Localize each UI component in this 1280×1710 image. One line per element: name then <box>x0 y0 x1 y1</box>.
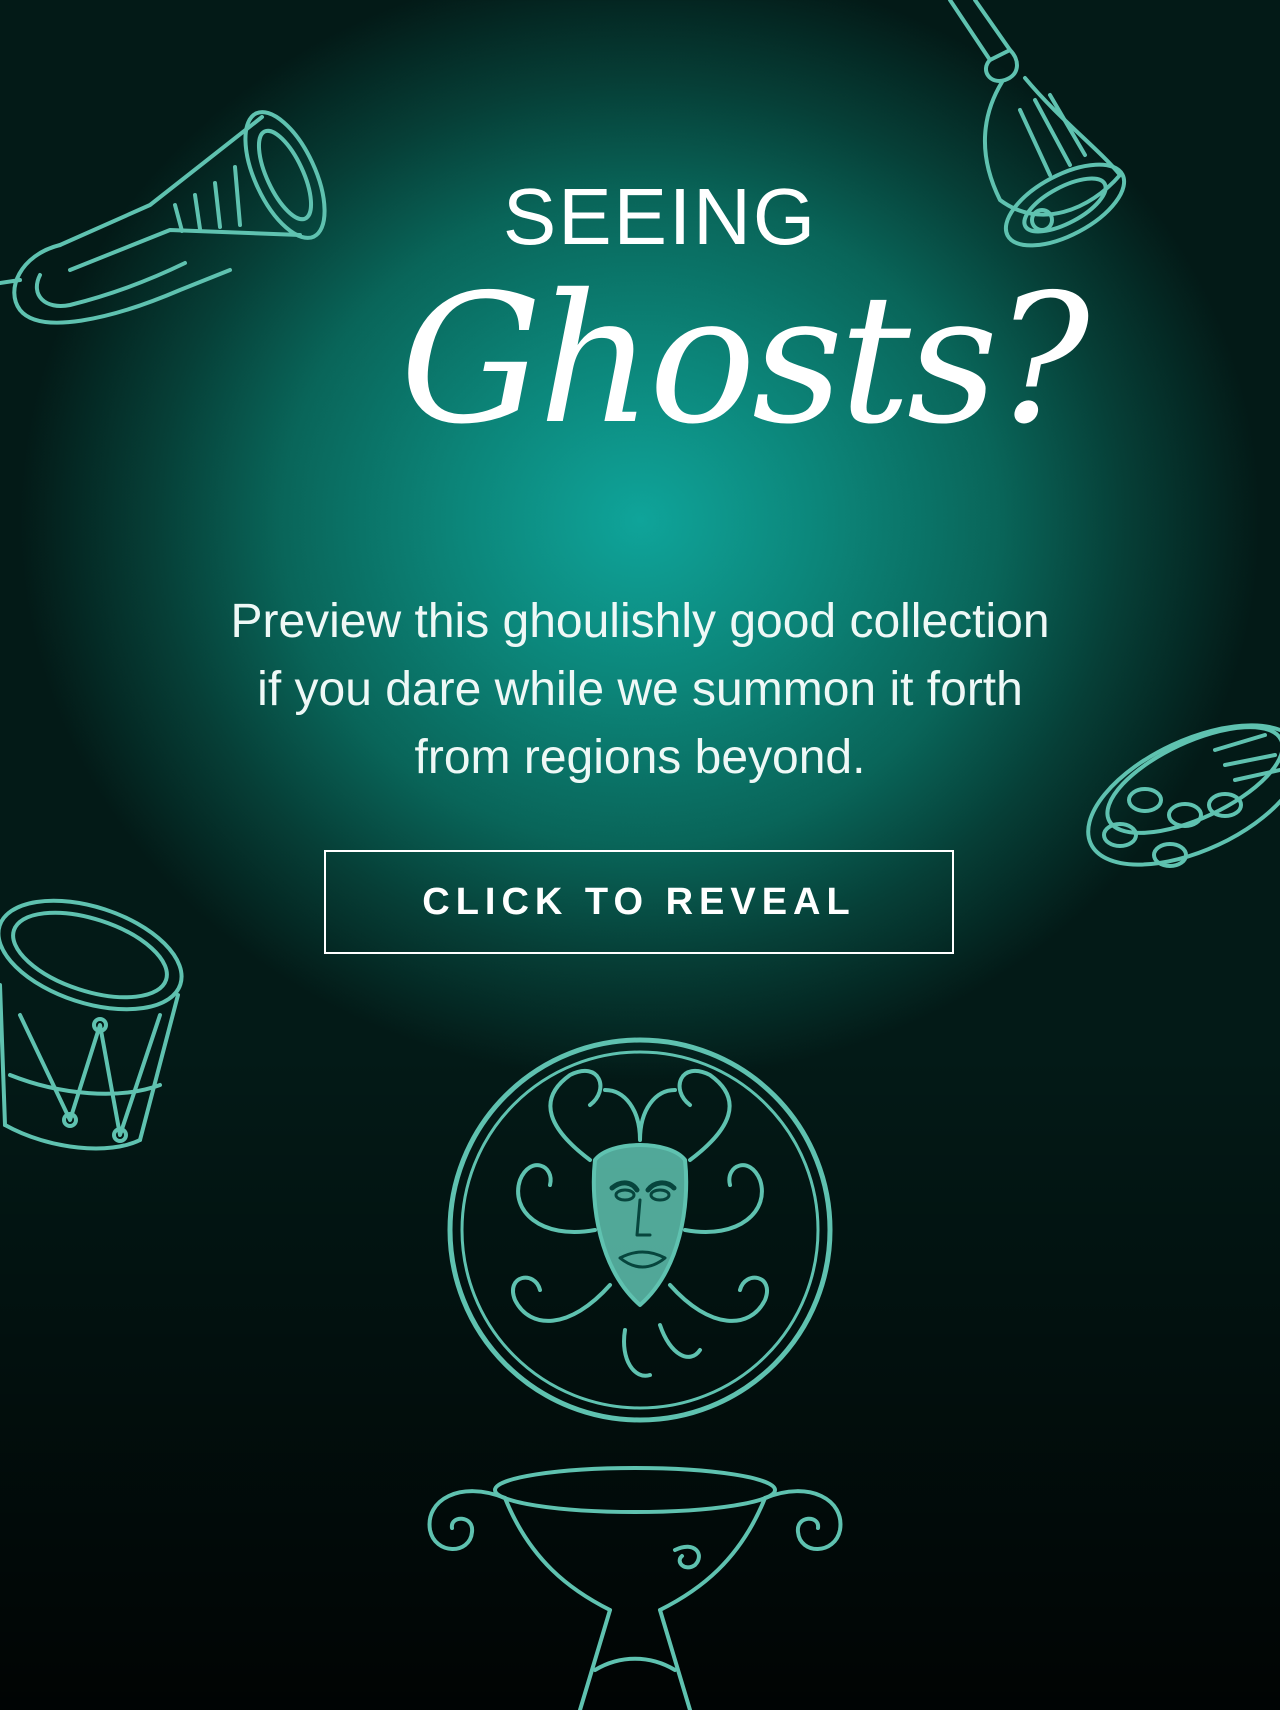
eyebrow-heading: SEEING <box>502 172 818 261</box>
intro-line: Preview this ghoulishly good collection <box>230 595 1050 648</box>
pedestal-stand <box>427 1466 843 1710</box>
drum-icon <box>0 898 184 1151</box>
intro-line: if you dare while we summon it forth <box>257 663 1023 716</box>
headline-script: Ghosts? <box>400 256 1090 463</box>
intro-line: from regions beyond. <box>414 731 866 784</box>
crystal-ball-medallion <box>447 1037 833 1423</box>
intro-paragraph: Preview this ghoulishly good collection … <box>140 588 1140 792</box>
click-to-reveal-button[interactable]: CLICK TO REVEAL <box>324 850 954 954</box>
